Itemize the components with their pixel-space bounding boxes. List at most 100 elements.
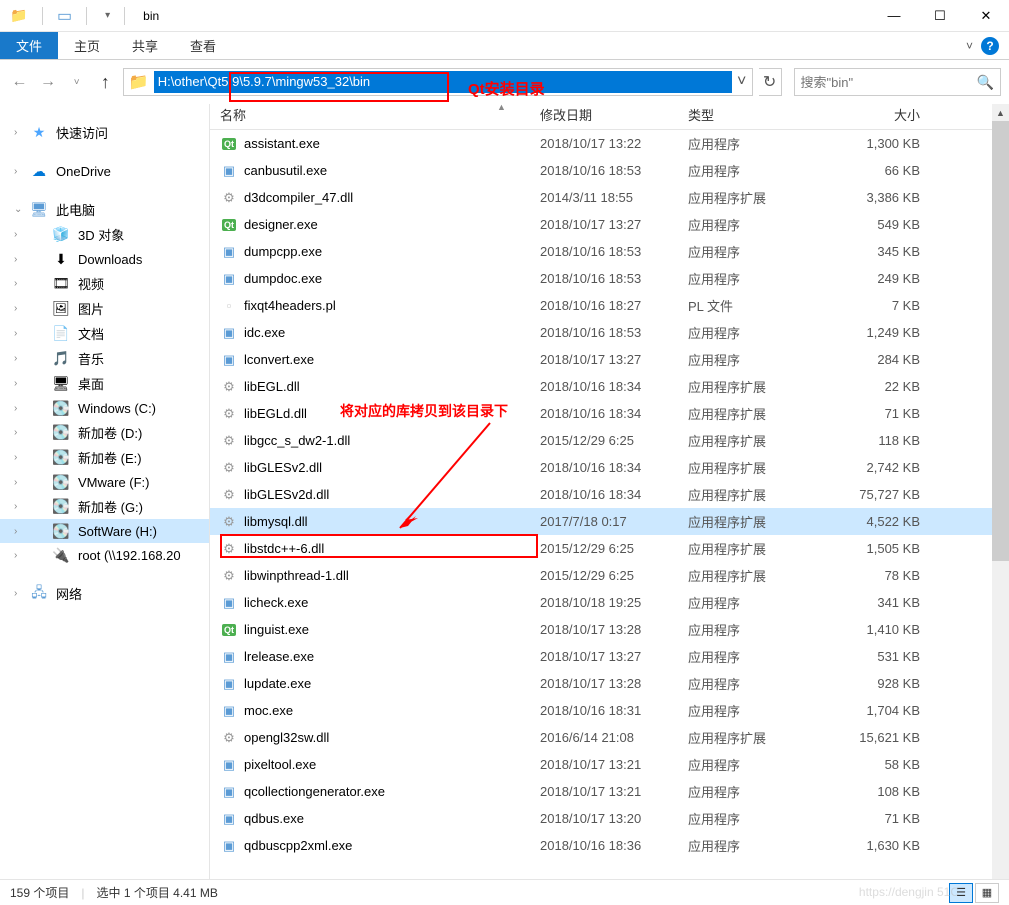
file-row[interactable]: ⚙libwinpthread-1.dll 2015/12/29 6:25 应用程… (210, 562, 1009, 589)
minimize-button[interactable]: — (871, 0, 917, 32)
file-icon: ▣ (220, 756, 238, 774)
file-row[interactable]: Qtlinguist.exe 2018/10/17 13:28 应用程序 1,4… (210, 616, 1009, 643)
file-row[interactable]: ⚙opengl32sw.dll 2016/6/14 21:08 应用程序扩展 1… (210, 724, 1009, 751)
file-icon: ▫ (220, 297, 238, 315)
sidebar-item[interactable]: › 💽 VMware (F:) (0, 470, 209, 494)
file-row[interactable]: ⚙libGLESv2.dll 2018/10/16 18:34 应用程序扩展 2… (210, 454, 1009, 481)
qat-dropdown-icon[interactable]: ▾ (105, 10, 110, 21)
file-row[interactable]: ⚙d3dcompiler_47.dll 2014/3/11 18:55 应用程序… (210, 184, 1009, 211)
ribbon-tab-view[interactable]: 查看 (174, 32, 232, 59)
ribbon-expand-icon[interactable]: ˅ (966, 39, 973, 53)
file-row[interactable]: ▣pixeltool.exe 2018/10/17 13:21 应用程序 58 … (210, 751, 1009, 778)
file-type: 应用程序 (688, 647, 838, 666)
ribbon-tab-share[interactable]: 共享 (116, 32, 174, 59)
file-size: 284 KB (838, 352, 934, 367)
file-row[interactable]: ▣licheck.exe 2018/10/18 19:25 应用程序 341 K… (210, 589, 1009, 616)
file-row[interactable]: ▣qdbuscpp2xml.exe 2018/10/16 18:36 应用程序 … (210, 832, 1009, 859)
sidebar-item[interactable]: › 🎵 音乐 (0, 346, 209, 371)
address-bar[interactable]: 📁 H:\other\Qt5.9\5.9.7\mingw53_32\bin ˅ (123, 68, 753, 96)
file-row[interactable]: ▣lupdate.exe 2018/10/17 13:28 应用程序 928 K… (210, 670, 1009, 697)
sidebar-network[interactable]: › 🖧 网络 (0, 581, 209, 606)
sidebar-this-pc[interactable]: ⌄ 🖥 此电脑 (0, 197, 209, 222)
file-icon: ▣ (220, 810, 238, 828)
scroll-up-button[interactable]: ▲ (992, 104, 1009, 121)
file-row[interactable]: ▣lconvert.exe 2018/10/17 13:27 应用程序 284 … (210, 346, 1009, 373)
file-icon: ⚙ (220, 189, 238, 207)
search-icon[interactable]: 🔍 (977, 74, 994, 91)
file-row[interactable]: ▣lrelease.exe 2018/10/17 13:27 应用程序 531 … (210, 643, 1009, 670)
sidebar-item-label: 图片 (78, 299, 104, 318)
ribbon-tab-file[interactable]: 文件 (0, 32, 58, 59)
nav-history-dropdown[interactable]: ˅ (65, 68, 88, 96)
file-row[interactable]: ⚙libEGLd.dll 2018/10/16 18:34 应用程序扩展 71 … (210, 400, 1009, 427)
file-row[interactable]: Qtassistant.exe 2018/10/17 13:22 应用程序 1,… (210, 130, 1009, 157)
file-name: libGLESv2d.dll (244, 487, 329, 502)
file-size: 22 KB (838, 379, 934, 394)
search-box[interactable]: 🔍 (794, 68, 1001, 96)
file-type: 应用程序 (688, 674, 838, 693)
sidebar: › ★ 快速访问 › ☁ OneDrive ⌄ 🖥 此电脑 › 🧊 3D 对象›… (0, 104, 210, 890)
sidebar-item[interactable]: › 📄 文档 (0, 321, 209, 346)
sidebar-item[interactable]: › 🧊 3D 对象 (0, 222, 209, 247)
file-row[interactable]: ▣dumpcpp.exe 2018/10/16 18:53 应用程序 345 K… (210, 238, 1009, 265)
sidebar-item[interactable]: › 💽 新加卷 (E:) (0, 445, 209, 470)
file-size: 1,249 KB (838, 325, 934, 340)
chevron-right-icon: › (14, 588, 17, 599)
maximize-button[interactable]: ☐ (917, 0, 963, 32)
sidebar-item[interactable]: › 🎞 视频 (0, 271, 209, 296)
help-icon[interactable]: ? (981, 37, 999, 55)
file-name: dumpcpp.exe (244, 244, 322, 259)
sidebar-item[interactable]: › 🖥 桌面 (0, 371, 209, 396)
file-date: 2017/7/18 0:17 (540, 514, 688, 529)
file-row[interactable]: ⚙libgcc_s_dw2-1.dll 2015/12/29 6:25 应用程序… (210, 427, 1009, 454)
file-size: 58 KB (838, 757, 934, 772)
sidebar-item[interactable]: › ⬇ Downloads (0, 247, 209, 271)
file-name: moc.exe (244, 703, 293, 718)
drive-icon: 🖼 (52, 300, 70, 318)
sidebar-onedrive[interactable]: › ☁ OneDrive (0, 159, 209, 183)
scroll-thumb[interactable] (992, 121, 1009, 561)
file-name: licheck.exe (244, 595, 308, 610)
sidebar-quick-access[interactable]: › ★ 快速访问 (0, 120, 209, 145)
ribbon-tab-home[interactable]: 主页 (58, 32, 116, 59)
address-text[interactable]: H:\other\Qt5.9\5.9.7\mingw53_32\bin (154, 71, 732, 93)
file-name: libstdc++-6.dll (244, 541, 324, 556)
file-name: pixeltool.exe (244, 757, 316, 772)
sidebar-item[interactable]: › 💽 Windows (C:) (0, 396, 209, 420)
file-type: 应用程序扩展 (688, 458, 838, 477)
nav-back-button[interactable]: ← (8, 68, 31, 96)
sidebar-item[interactable]: › 💽 SoftWare (H:) (0, 519, 209, 543)
nav-up-button[interactable]: ↑ (94, 68, 117, 96)
file-row[interactable]: ▣idc.exe 2018/10/16 18:53 应用程序 1,249 KB (210, 319, 1009, 346)
file-row[interactable]: ▣dumpdoc.exe 2018/10/16 18:53 应用程序 249 K… (210, 265, 1009, 292)
file-row[interactable]: ▣moc.exe 2018/10/16 18:31 应用程序 1,704 KB (210, 697, 1009, 724)
file-date: 2018/10/17 13:20 (540, 811, 688, 826)
file-row[interactable]: Qtdesigner.exe 2018/10/17 13:27 应用程序 549… (210, 211, 1009, 238)
sidebar-item[interactable]: › 🖼 图片 (0, 296, 209, 321)
file-row[interactable]: ▫fixqt4headers.pl 2018/10/16 18:27 PL 文件… (210, 292, 1009, 319)
file-row[interactable]: ⚙libGLESv2d.dll 2018/10/16 18:34 应用程序扩展 … (210, 481, 1009, 508)
file-row[interactable]: ⚙libmysql.dll 2017/7/18 0:17 应用程序扩展 4,52… (210, 508, 1009, 535)
scrollbar-vertical[interactable]: ▲ ▼ (992, 104, 1009, 890)
file-type: 应用程序扩展 (688, 728, 838, 747)
view-icons-button[interactable]: ▦ (975, 883, 999, 903)
file-list[interactable]: Qtassistant.exe 2018/10/17 13:22 应用程序 1,… (210, 130, 1009, 890)
search-input[interactable] (801, 75, 977, 90)
file-size: 71 KB (838, 811, 934, 826)
file-icon: ⚙ (220, 567, 238, 585)
file-row[interactable]: ⚙libstdc++-6.dll 2015/12/29 6:25 应用程序扩展 … (210, 535, 1009, 562)
nav-forward-button[interactable]: → (37, 68, 60, 96)
sidebar-item[interactable]: › 🔌 root (\\192.168.20 (0, 543, 209, 567)
file-row[interactable]: ▣qcollectiongenerator.exe 2018/10/17 13:… (210, 778, 1009, 805)
refresh-button[interactable]: ↻ (759, 68, 782, 96)
file-row[interactable]: ⚙libEGL.dll 2018/10/16 18:34 应用程序扩展 22 K… (210, 373, 1009, 400)
close-button[interactable]: ✕ (963, 0, 1009, 32)
file-row[interactable]: ▣qdbus.exe 2018/10/17 13:20 应用程序 71 KB (210, 805, 1009, 832)
file-row[interactable]: ▣canbusutil.exe 2018/10/16 18:53 应用程序 66… (210, 157, 1009, 184)
sidebar-item[interactable]: › 💽 新加卷 (G:) (0, 494, 209, 519)
sidebar-item[interactable]: › 💽 新加卷 (D:) (0, 420, 209, 445)
chevron-right-icon: › (14, 403, 17, 414)
address-dropdown-icon[interactable]: ˅ (732, 73, 752, 91)
qat-properties-icon[interactable]: ▭ (57, 6, 72, 26)
drive-icon: ⬇ (52, 250, 70, 268)
